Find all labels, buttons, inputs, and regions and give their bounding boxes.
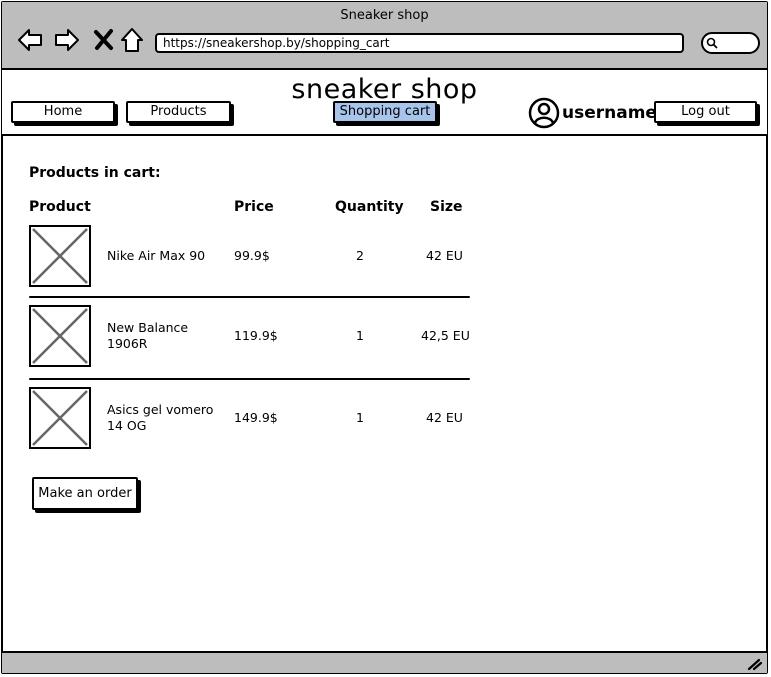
browser-search-box[interactable] [701, 32, 760, 54]
make-order-button[interactable]: Make an order [32, 477, 138, 510]
browser-statusbar [2, 651, 767, 673]
cart-item-name: Asics gel vomero 14 OG [107, 402, 214, 433]
column-header-quantity: Quantity [335, 199, 404, 215]
cart-item-quantity: 1 [356, 410, 364, 425]
cart-item-quantity: 1 [356, 328, 364, 343]
browser-titlebar: Sneaker shop https://sneakershop.by/shop… [2, 2, 767, 70]
cart-item-price: 119.9$ [234, 328, 278, 343]
image-placeholder-icon [29, 225, 91, 287]
cart-item-price: 99.9$ [234, 248, 270, 263]
address-bar[interactable]: https://sneakershop.by/shopping_cart [155, 33, 684, 53]
back-icon[interactable] [16, 26, 44, 54]
window-title: Sneaker shop [340, 8, 429, 23]
cart-item-name: Nike Air Max 90 [107, 248, 206, 263]
image-placeholder-icon [29, 305, 91, 367]
row-divider [29, 378, 470, 380]
home-icon[interactable] [118, 26, 146, 54]
cart-item-name: New Balance 1906R [107, 320, 189, 351]
cart-item-quantity: 2 [356, 248, 364, 263]
site-header: sneaker shop Home Products Shopping cart… [2, 70, 767, 136]
cart-item-size: 42 EU [426, 248, 463, 263]
cart-item-row: Asics gel vomero 14 OG 149.9$ 1 42 EU [29, 387, 471, 453]
column-header-size: Size [430, 199, 463, 215]
cart-heading: Products in cart: [29, 165, 161, 181]
column-header-price: Price [234, 199, 274, 215]
nav-products-button[interactable]: Products [126, 101, 231, 123]
cart-item-row: New Balance 1906R 119.9$ 1 42,5 EU [29, 305, 471, 371]
cart-item-size: 42 EU [426, 410, 463, 425]
cart-item-size: 42,5 EU [421, 328, 470, 343]
cart-item-price: 149.9$ [234, 410, 278, 425]
image-placeholder-icon [29, 387, 91, 449]
cart-item-row: Nike Air Max 90 99.9$ 2 42 EU [29, 225, 471, 291]
username-label: username [562, 103, 657, 123]
nav-shopping-cart-button[interactable]: Shopping cart [333, 101, 437, 123]
search-icon [706, 37, 718, 49]
nav-home-button[interactable]: Home [11, 101, 115, 123]
resize-grip-icon[interactable] [747, 657, 763, 671]
column-header-product: Product [29, 199, 91, 215]
row-divider [29, 296, 470, 298]
forward-icon[interactable] [53, 26, 81, 54]
logout-button[interactable]: Log out [654, 101, 757, 123]
close-icon[interactable] [90, 26, 118, 54]
user-avatar-icon [528, 97, 560, 129]
